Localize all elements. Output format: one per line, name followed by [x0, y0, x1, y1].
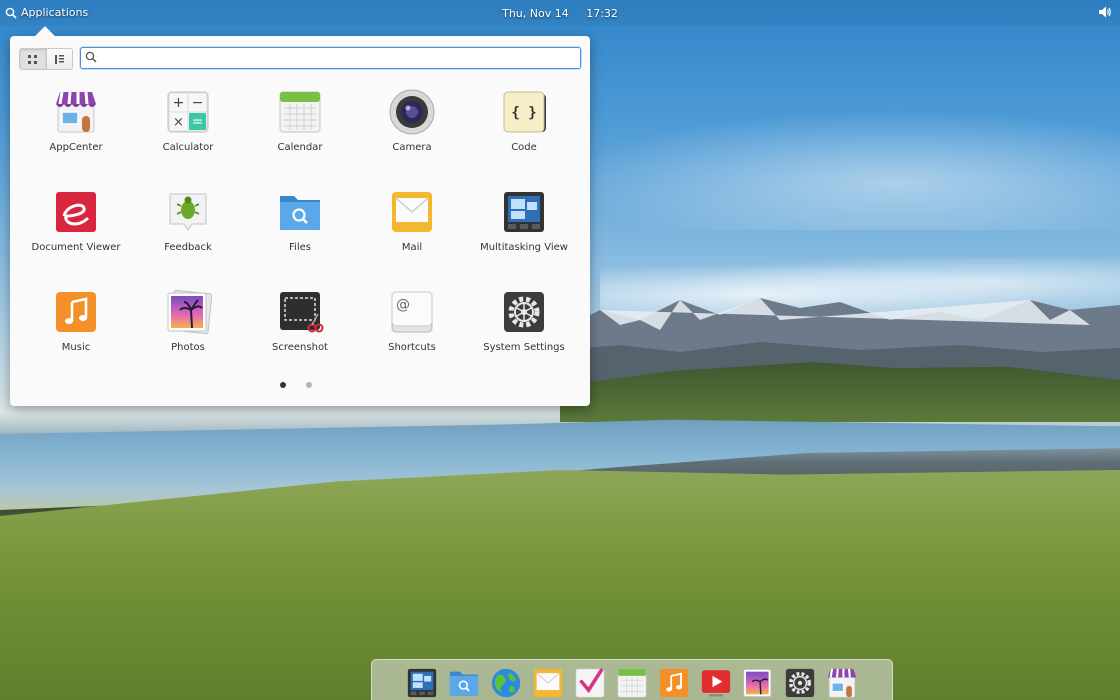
- app-shortcuts[interactable]: @ Shortcuts: [356, 286, 468, 386]
- svg-text:+: +: [173, 95, 185, 111]
- app-label: Calculator: [162, 142, 214, 153]
- wallpaper-haze: [560, 110, 1120, 230]
- app-label: AppCenter: [49, 142, 103, 153]
- dock: [371, 659, 893, 700]
- document-viewer-icon: [56, 192, 96, 232]
- app-system-settings[interactable]: System Settings: [468, 286, 580, 386]
- search-input[interactable]: [101, 49, 571, 65]
- app-label: Screenshot: [272, 342, 328, 353]
- calendar-icon: [279, 91, 321, 133]
- calculator-icon: + − × =: [167, 91, 209, 133]
- feedback-icon: [169, 193, 207, 231]
- category-view-button[interactable]: [45, 49, 73, 69]
- time-text[interactable]: 17:32: [586, 7, 618, 20]
- photos-icon[interactable]: [741, 666, 775, 700]
- search-field[interactable]: [80, 47, 581, 69]
- app-label: Calendar: [277, 142, 323, 153]
- svg-text:{ }: { }: [511, 105, 536, 121]
- date-text[interactable]: Thu, Nov 14: [502, 7, 569, 20]
- desktop: Applications Thu, Nov 14 17:32 AppCenter…: [0, 0, 1120, 700]
- applications-menu-button[interactable]: Applications: [5, 6, 88, 19]
- svg-text:@: @: [396, 297, 410, 313]
- photos-icon: [167, 289, 212, 335]
- svg-text:−: −: [192, 95, 204, 111]
- app-screenshot[interactable]: Screenshot: [244, 286, 356, 386]
- applications-label: Applications: [21, 6, 89, 19]
- volume-icon: [1099, 6, 1111, 18]
- applications-launcher: AppCenter + − × = Calculator Calendar Ca…: [10, 36, 590, 406]
- multitasking-view-icon: [504, 192, 544, 232]
- page-dot-1[interactable]: [280, 382, 286, 388]
- shortcuts-icon: @: [391, 291, 433, 333]
- app-label: Multitasking View: [480, 242, 568, 253]
- code-icon: { }: [503, 91, 546, 133]
- tasks-icon[interactable]: [573, 666, 607, 700]
- app-camera[interactable]: Camera: [356, 86, 468, 186]
- app-grid: AppCenter + − × = Calculator Calendar Ca…: [20, 86, 580, 386]
- page-indicator: [280, 382, 312, 388]
- svg-text:=: =: [192, 114, 204, 130]
- search-icon: [85, 51, 97, 63]
- system-settings-icon[interactable]: [783, 666, 817, 700]
- app-feedback[interactable]: Feedback: [132, 186, 244, 286]
- videos-icon[interactable]: [699, 666, 733, 700]
- page-dot-2[interactable]: [306, 382, 312, 388]
- app-mail[interactable]: Mail: [356, 186, 468, 286]
- files-icon: [280, 196, 320, 230]
- app-label: Files: [289, 242, 311, 253]
- clock[interactable]: Thu, Nov 14 17:32: [0, 7, 1120, 20]
- app-label: Camera: [392, 142, 432, 153]
- category-view-icon: [54, 54, 64, 64]
- svg-text:×: ×: [173, 115, 184, 130]
- mail-icon: [392, 192, 432, 232]
- grid-view-icon: [28, 54, 38, 64]
- camera-icon: [389, 89, 435, 135]
- app-music[interactable]: Music: [20, 286, 132, 386]
- app-photos[interactable]: Photos: [132, 286, 244, 386]
- app-label: Feedback: [164, 242, 212, 253]
- top-panel: Applications Thu, Nov 14 17:32: [0, 0, 1120, 26]
- appcenter-icon[interactable]: [825, 666, 859, 700]
- search-icon: [5, 7, 17, 19]
- app-label: Mail: [401, 242, 423, 253]
- app-files[interactable]: Files: [244, 186, 356, 286]
- app-code[interactable]: { } Code: [468, 86, 580, 186]
- mail-icon[interactable]: [531, 666, 565, 700]
- app-label: System Settings: [483, 342, 565, 353]
- files-icon[interactable]: [447, 666, 481, 700]
- appcenter-icon: [56, 91, 96, 133]
- app-multitasking-view[interactable]: Multitasking View: [468, 186, 580, 286]
- app-document-viewer[interactable]: Document Viewer: [20, 186, 132, 286]
- screenshot-icon: [280, 292, 324, 333]
- grid-view-button[interactable]: [20, 49, 46, 69]
- app-label: Document Viewer: [31, 242, 121, 253]
- system-settings-icon: [504, 292, 544, 332]
- calendar-icon[interactable]: [615, 666, 649, 700]
- volume-indicator[interactable]: [1098, 5, 1112, 22]
- music-icon: [56, 292, 96, 332]
- multitasking-view-icon[interactable]: [405, 666, 439, 700]
- app-label: Photos: [171, 342, 205, 353]
- app-label: Code: [511, 142, 537, 153]
- view-mode-toggle[interactable]: [19, 48, 73, 70]
- app-label: Music: [61, 342, 91, 353]
- app-calculator[interactable]: + − × = Calculator: [132, 86, 244, 186]
- music-icon[interactable]: [657, 666, 691, 700]
- app-calendar[interactable]: Calendar: [244, 86, 356, 186]
- app-appcenter[interactable]: AppCenter: [20, 86, 132, 186]
- app-label: Shortcuts: [388, 342, 436, 353]
- web-browser-icon[interactable]: [489, 666, 523, 700]
